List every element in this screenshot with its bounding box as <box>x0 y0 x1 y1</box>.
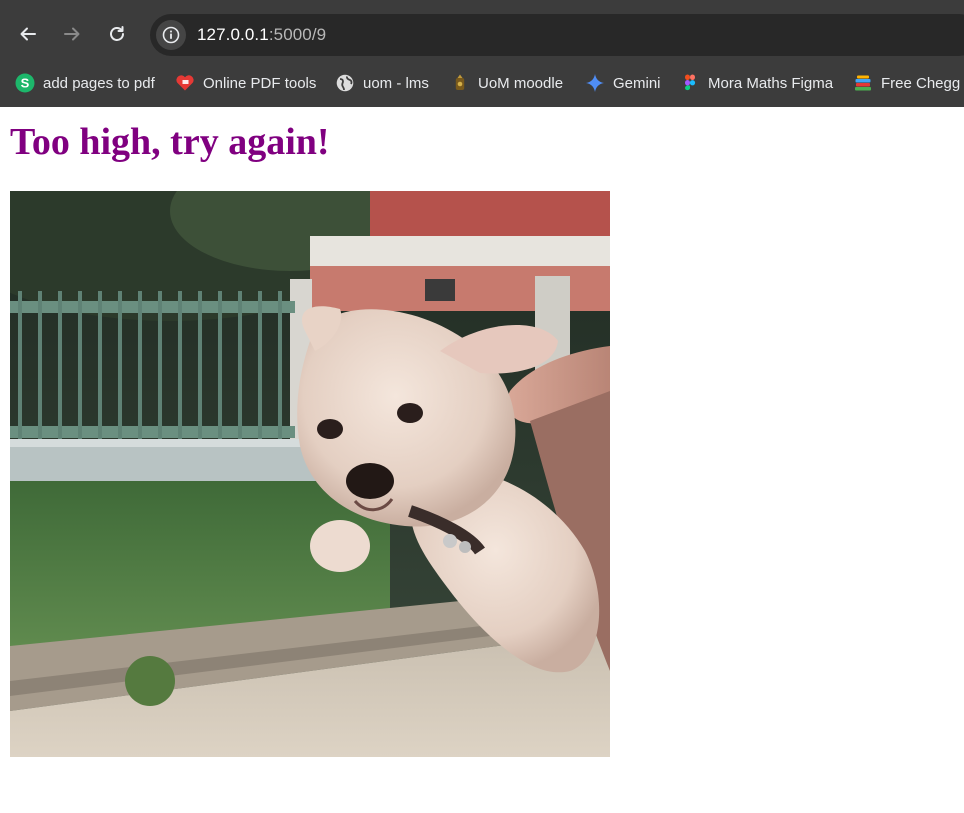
bookmark-gemini[interactable]: Gemini <box>585 71 661 95</box>
reload-icon[interactable] <box>104 21 130 47</box>
bookmark-label: Online PDF tools <box>203 74 317 92</box>
bookmark-label: Mora Maths Figma <box>708 74 834 92</box>
bookmark-online-pdf-tools[interactable]: Online PDF tools <box>175 71 316 95</box>
books-icon <box>853 73 873 93</box>
bookmark-add-pages-to-pdf[interactable]: S add pages to pdf <box>15 71 155 95</box>
bookmark-uom-lms[interactable]: uom - lms <box>335 71 429 95</box>
forward-arrow-icon[interactable] <box>59 21 85 47</box>
globe-icon <box>335 73 355 93</box>
figma-icon <box>680 73 700 93</box>
svg-text:S: S <box>21 76 30 91</box>
back-arrow-icon[interactable] <box>15 21 41 47</box>
browser-toolbar: 127.0.0.1:5000/9 <box>0 7 964 62</box>
bookmark-label: Gemini <box>613 74 661 92</box>
bookmark-label: Free Chegg a <box>881 74 964 92</box>
bookmarks-bar: S add pages to pdf Online PDF tools uom … <box>0 62 964 107</box>
s-logo-icon: S <box>15 73 35 93</box>
tab-strip-edge <box>0 0 964 7</box>
address-bar[interactable]: 127.0.0.1:5000/9 <box>150 14 964 56</box>
url-host: 127.0.0.1 <box>197 25 269 44</box>
puppy-photo <box>10 191 610 757</box>
bookmark-label: UoM moodle <box>478 74 564 92</box>
bookmark-free-chegg[interactable]: Free Chegg a <box>853 71 964 95</box>
bookmark-label: add pages to pdf <box>43 74 155 92</box>
browser-chrome: 127.0.0.1:5000/9 S add pages to pdf Onli… <box>0 0 964 107</box>
heart-pdf-icon <box>175 73 195 93</box>
bookmark-mora-maths-figma[interactable]: Mora Maths Figma <box>680 71 833 95</box>
url-text[interactable]: 127.0.0.1:5000/9 <box>197 14 326 56</box>
url-path: :5000/9 <box>268 25 327 44</box>
page-heading: Too high, try again! <box>10 121 330 163</box>
moodle-icon <box>450 73 470 93</box>
gemini-icon <box>585 73 605 93</box>
site-info-icon[interactable] <box>156 20 186 50</box>
bookmark-uom-moodle[interactable]: UoM moodle <box>450 71 563 95</box>
bookmark-label: uom - lms <box>363 74 429 92</box>
